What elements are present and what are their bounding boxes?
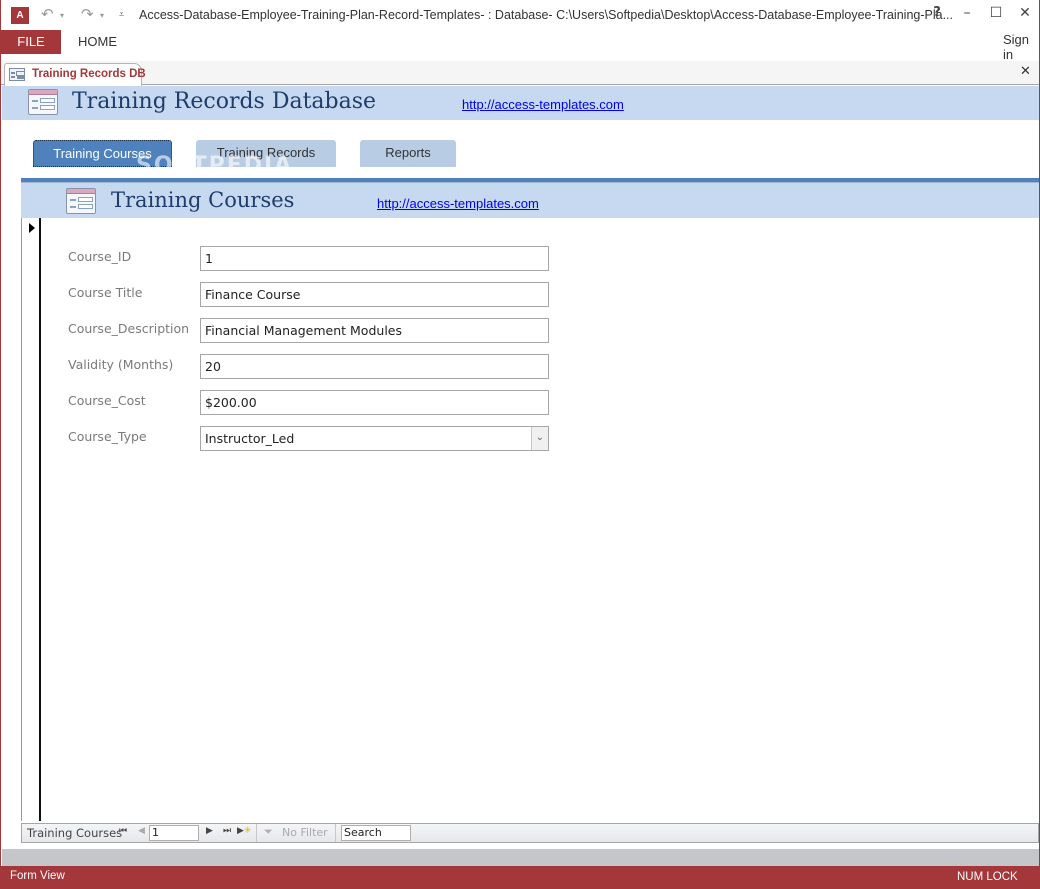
- form-icon: [9, 68, 25, 81]
- undo-icon[interactable]: ↶: [41, 5, 54, 23]
- main-form-header: Training Records Database http://access-…: [2, 86, 1039, 120]
- nav-tab-training-courses[interactable]: Training Courses: [33, 140, 172, 167]
- first-record-icon[interactable]: ⏮: [119, 826, 127, 836]
- last-record-icon[interactable]: ⏭: [223, 826, 231, 836]
- subform-templates-link[interactable]: http://access-templates.com: [377, 196, 539, 211]
- customize-toolbar-icon[interactable]: ⩡: [119, 10, 124, 20]
- access-window: A ↶ ▾ ↷ ▾ ⩡ Access-Database-Employee-Tra…: [0, 0, 1040, 889]
- new-record-icon[interactable]: ▶✳: [237, 826, 251, 836]
- chevron-down-icon[interactable]: ⌄: [531, 427, 548, 450]
- training-courses-subform: Training Courses http://access-templates…: [21, 178, 1039, 843]
- subform-header: Training Courses http://access-templates…: [21, 182, 1039, 218]
- course-cost-field[interactable]: $200.00: [200, 390, 549, 415]
- course-type-label: Course_Type: [68, 429, 147, 444]
- maximize-button[interactable]: ☐: [982, 5, 1010, 21]
- record-selector[interactable]: [21, 218, 41, 821]
- redo-icon[interactable]: ↷: [81, 5, 94, 23]
- filter-icon[interactable]: ⏷: [264, 825, 273, 839]
- record-nav-caption: Training Courses: [27, 826, 123, 840]
- course-description-label: Course_Description: [68, 321, 190, 336]
- record-navigation-bar: Training Courses ⏮ ◀ 1 ▶ ⏭ ▶✳ ⏷ No Filte…: [21, 823, 1039, 843]
- validity-months-label: Validity (Months): [68, 357, 174, 372]
- tab-home[interactable]: HOME: [78, 30, 117, 54]
- nav-tab-training-records[interactable]: Training Records: [196, 140, 336, 167]
- window-title: Access-Database-Employee-Training-Plan-R…: [139, 8, 953, 22]
- course-type-combo[interactable]: Instructor_Led ⌄: [200, 426, 549, 451]
- course-id-field[interactable]: 1: [200, 246, 549, 271]
- undo-dropdown-icon[interactable]: ▾: [60, 11, 64, 20]
- workspace-bottom-strip: [2, 849, 1039, 866]
- view-mode-label: Form View: [10, 870, 65, 882]
- new-record-star: ✳: [243, 826, 252, 836]
- document-tab-training-records-db[interactable]: Training Records DB: [4, 63, 146, 86]
- title-bar: A ↶ ▾ ↷ ▾ ⩡ Access-Database-Employee-Tra…: [1, 0, 1039, 30]
- help-button[interactable]: ?: [923, 5, 951, 20]
- course-id-label: Course_ID: [68, 249, 132, 264]
- course-cost-label: Course_Cost: [68, 393, 146, 408]
- new-record-arrow: ▶: [237, 826, 244, 836]
- subform-logo-icon: [66, 188, 96, 214]
- next-record-icon[interactable]: ▶: [206, 826, 213, 836]
- tab-file[interactable]: FILE: [1, 30, 61, 54]
- close-window-button[interactable]: ✕: [1011, 5, 1039, 21]
- previous-record-icon[interactable]: ◀: [138, 826, 145, 836]
- current-record-arrow-icon: [29, 223, 35, 233]
- no-filter-button[interactable]: No Filter: [282, 826, 328, 839]
- status-bar: Form View NUM LOCK: [1, 866, 1040, 889]
- course-title-label: Course Title: [68, 285, 143, 300]
- current-record-input[interactable]: 1: [149, 825, 199, 841]
- sign-in-link[interactable]: Sign in: [1003, 32, 1039, 62]
- access-app-icon[interactable]: A: [11, 7, 29, 24]
- course-title-field[interactable]: Finance Course: [200, 282, 549, 307]
- document-tab-label: Training Records DB: [32, 68, 146, 80]
- close-document-icon[interactable]: ✕: [1020, 64, 1031, 79]
- course-description-field[interactable]: Financial Management Modules: [200, 318, 549, 343]
- search-input[interactable]: Search: [341, 825, 411, 841]
- redo-dropdown-icon[interactable]: ▾: [100, 11, 104, 20]
- validity-months-field[interactable]: 20: [200, 354, 549, 379]
- divider: [335, 824, 336, 842]
- document-tab-strip: Training Records DB ✕: [1, 61, 1039, 86]
- minimize-button[interactable]: –: [953, 5, 981, 21]
- ribbon-tabs: FILE HOME Sign in: [1, 30, 1039, 62]
- main-form-title: Training Records Database: [72, 89, 377, 114]
- divider: [256, 824, 257, 842]
- course-type-value: Instructor_Led: [205, 431, 295, 446]
- form-logo-icon: [28, 89, 58, 115]
- subform-title: Training Courses: [111, 188, 295, 212]
- num-lock-indicator: NUM LOCK: [957, 871, 1018, 883]
- nav-tab-reports[interactable]: Reports: [360, 140, 456, 167]
- templates-link[interactable]: http://access-templates.com: [462, 97, 624, 112]
